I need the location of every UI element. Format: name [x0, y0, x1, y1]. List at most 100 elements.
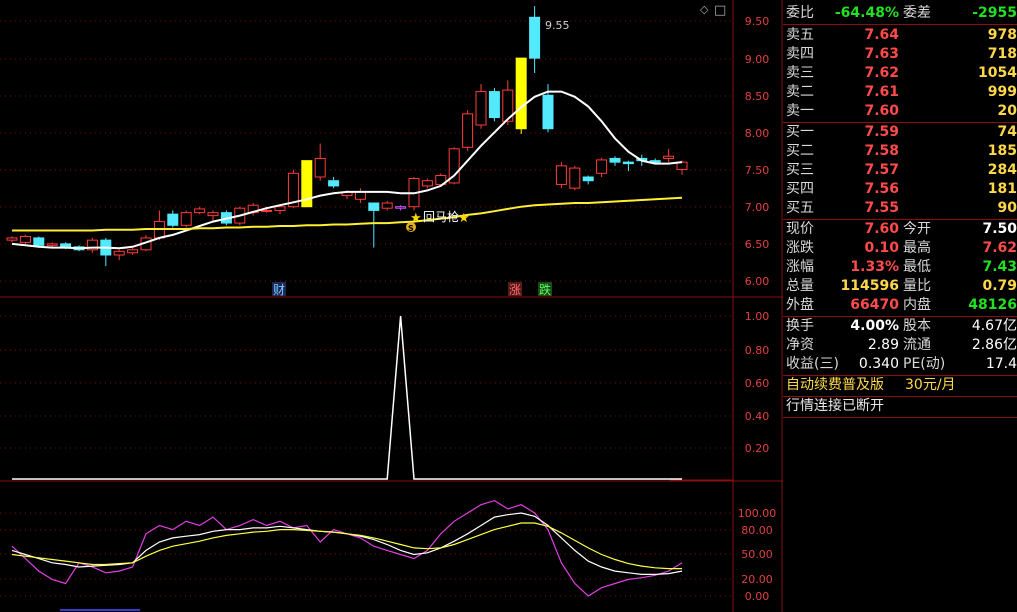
candle-body — [354, 191, 366, 200]
price-axis-label: 9.50 — [745, 15, 770, 28]
candle-body — [127, 249, 139, 254]
buy-price: 7.57 — [864, 162, 899, 178]
stat-row: 涨跌 0.10 最高 7.62 — [783, 239, 1017, 258]
chart-grid — [0, 0, 783, 612]
price-panel[interactable] — [6, 6, 688, 267]
marker-zhang[interactable]: 涨 — [509, 282, 521, 297]
marker-cai[interactable]: 财 — [273, 283, 285, 297]
sell-label: 卖一 — [786, 103, 814, 119]
kdj-axis-label: 50.00 — [741, 548, 773, 561]
kdj-indicator-panel[interactable] — [11, 499, 683, 597]
price-axis-label: 8.00 — [745, 127, 770, 140]
fin-row: 收益(三) 0.340 PE(动) 17.4 — [783, 355, 1017, 374]
volume-label: 总量 — [786, 278, 814, 294]
candle-body — [261, 209, 273, 212]
candle-body — [46, 243, 58, 246]
signal-indicator-panel[interactable] — [12, 315, 682, 480]
buy-volume: 181 — [987, 181, 1017, 197]
high-label: 最高 — [903, 240, 931, 256]
sell-label: 卖二 — [786, 84, 814, 100]
pe-value: 17.4 — [985, 356, 1017, 372]
candle-body — [368, 202, 380, 211]
signal-line — [12, 315, 682, 480]
pe-label: PE(动) — [903, 356, 946, 372]
candle-body — [488, 91, 500, 119]
turnover-value: 4.00% — [850, 318, 899, 334]
share-capital-label: 股本 — [903, 318, 931, 334]
order-book-row[interactable]: 买四 7.56 181 — [783, 180, 1017, 199]
eps-value: 0.340 — [858, 356, 899, 372]
promo-price[interactable]: 30元/月 — [905, 376, 956, 395]
buy-volume: 90 — [997, 200, 1017, 216]
price-axis-label: 7.50 — [745, 164, 770, 177]
buy-label: 买五 — [786, 200, 814, 216]
order-book-row[interactable]: 卖三 7.62 1054 — [783, 64, 1017, 83]
candle-body — [475, 91, 487, 126]
sell-price: 7.64 — [864, 27, 899, 43]
wei-bi-label: 委比 — [786, 5, 814, 21]
kline-chart-area[interactable]: ◇ □ 9.55 ★ 回马枪 ★ S 财 涨 跌 9.50 9.00 8.50 … — [0, 0, 783, 612]
fin-row: 换手 4.00% 股本 4.67亿 — [783, 317, 1017, 336]
candle-body — [207, 212, 219, 217]
sell-volume: 999 — [987, 84, 1017, 100]
low-value: 7.43 — [982, 259, 1017, 275]
status-row: 行情连接已断开 — [783, 397, 1017, 416]
marker-die[interactable]: 跌 — [539, 282, 551, 297]
buy-label: 买三 — [786, 162, 814, 178]
buy-label: 买二 — [786, 143, 814, 159]
fin-row: 净资 2.89 流通 2.86亿 — [783, 336, 1017, 355]
change-pct-label: 涨幅 — [786, 259, 814, 275]
promo-row[interactable]: 自动续费普及版 30元/月 — [783, 376, 1017, 396]
ma-long-line — [12, 196, 683, 232]
wei-bi-value: -64.48% — [834, 5, 899, 21]
order-book-row[interactable]: 买三 7.57 284 — [783, 161, 1017, 180]
candle-body — [596, 159, 608, 174]
signal-axis-label: 1.00 — [745, 310, 770, 323]
candle-body — [381, 202, 393, 209]
kdj-d-line — [11, 522, 682, 570]
order-book-row[interactable]: 卖四 7.63 718 — [783, 45, 1017, 64]
change-value: 0.10 — [864, 240, 899, 256]
connection-status: 行情连接已断开 — [786, 398, 884, 414]
candle-body — [555, 165, 567, 185]
divider — [783, 24, 1017, 25]
candle-body — [60, 243, 72, 248]
signal-label: 回马枪 — [423, 209, 459, 224]
signal-star-right: ★ — [458, 211, 470, 226]
order-book-row[interactable]: 卖二 7.61 999 — [783, 83, 1017, 102]
sell-label: 卖四 — [786, 46, 814, 62]
stat-row: 现价 7.60 今开 7.50 — [783, 220, 1017, 239]
stat-row: 外盘 66470 内盘 48126 — [783, 296, 1017, 315]
order-book-row[interactable]: 买二 7.58 185 — [783, 142, 1017, 161]
stat-row: 总量 114596 量比 0.79 — [783, 277, 1017, 296]
order-book-row[interactable]: 卖五 7.64 978 — [783, 26, 1017, 45]
outer-value: 66470 — [850, 297, 899, 313]
sell-price: 7.63 — [864, 46, 899, 62]
sell-price: 7.61 — [864, 84, 899, 100]
candle-body — [194, 208, 206, 214]
price-axis-label: 9.00 — [745, 53, 770, 66]
inner-value: 48126 — [968, 297, 1017, 313]
candle-body — [167, 213, 179, 226]
sell-volume: 1054 — [978, 65, 1017, 81]
candle-body — [462, 113, 474, 148]
price-axis-label: 6.50 — [745, 238, 770, 251]
price-axis-label: 8.50 — [745, 90, 770, 103]
diamond-icon[interactable]: ◇ — [700, 3, 709, 16]
buy-label: 买一 — [786, 124, 814, 140]
order-book-row[interactable]: 买一 7.59 74 — [783, 123, 1017, 142]
order-book-row[interactable]: 卖一 7.60 20 — [783, 102, 1017, 121]
float-label: 流通 — [903, 337, 931, 353]
divider — [783, 417, 1017, 418]
net-asset-label: 净资 — [786, 337, 814, 353]
buy-volume: 185 — [987, 143, 1017, 159]
window-icon[interactable]: □ — [714, 3, 726, 18]
sell-price: 7.60 — [864, 103, 899, 119]
price-value: 7.60 — [864, 221, 899, 237]
kdj-axis-label: 100.00 — [738, 507, 777, 520]
sell-volume: 718 — [987, 46, 1017, 62]
promo-text[interactable]: 自动续费普及版 — [786, 376, 884, 395]
buy-price: 7.55 — [864, 200, 899, 216]
s-badge-letter: S — [408, 224, 414, 233]
order-book-row[interactable]: 买五 7.55 90 — [783, 199, 1017, 218]
